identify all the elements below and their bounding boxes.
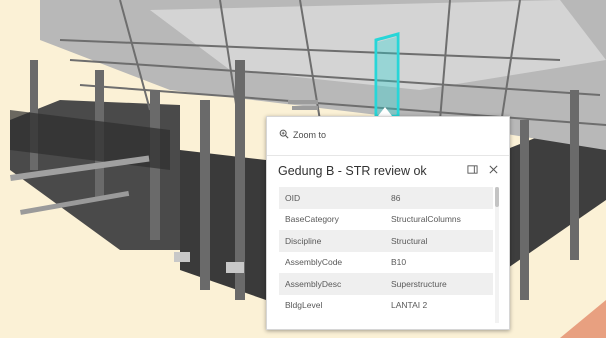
popup-scrollbar[interactable] bbox=[495, 187, 499, 323]
attribute-key: AssemblyCode bbox=[279, 251, 385, 273]
close-icon bbox=[488, 164, 498, 174]
attribute-value: B10 bbox=[385, 251, 493, 273]
table-row: OID 86 bbox=[279, 187, 493, 209]
popup-scrollbar-thumb[interactable] bbox=[495, 187, 499, 207]
table-row: Discipline Structural bbox=[279, 230, 493, 252]
dock-icon bbox=[466, 164, 478, 174]
table-row: AssemblyCode B10 bbox=[279, 251, 493, 273]
close-button[interactable] bbox=[487, 163, 499, 175]
magnifier-plus-icon bbox=[279, 129, 289, 141]
zoom-to-label: Zoom to bbox=[293, 130, 327, 140]
table-row: BaseCategory StructuralColumns bbox=[279, 208, 493, 230]
popup-title: Gedung B - STR review ok bbox=[278, 164, 427, 178]
table-row: AssemblyDesc Superstructure bbox=[279, 273, 493, 295]
attribute-key: OID bbox=[279, 187, 385, 209]
attribute-key: Discipline bbox=[279, 230, 385, 252]
attribute-value: Structural bbox=[385, 230, 493, 252]
popup-pointer bbox=[378, 107, 392, 116]
attribute-table: OID 86 BaseCategory StructuralColumns Discip… bbox=[279, 187, 493, 323]
attribute-value: LANTAI 2 bbox=[385, 294, 493, 316]
zoom-to-button[interactable]: Zoom to bbox=[279, 127, 326, 143]
dock-button[interactable] bbox=[466, 163, 478, 175]
attribute-key: AssemblyDesc bbox=[279, 273, 385, 295]
attribute-key: BaseCategory bbox=[279, 208, 385, 230]
feature-popup: Zoom to Gedung B - STR review ok OID 86 Ba… bbox=[266, 116, 510, 330]
attribute-value: StructuralColumns bbox=[385, 208, 493, 230]
popup-header: Gedung B - STR review ok bbox=[267, 155, 509, 183]
attribute-value: 86 bbox=[385, 187, 493, 209]
attribute-value: Superstructure bbox=[385, 273, 493, 295]
attribute-key: BldgLevel bbox=[279, 294, 385, 316]
table-row: BldgLevel LANTAI 2 bbox=[279, 294, 493, 316]
